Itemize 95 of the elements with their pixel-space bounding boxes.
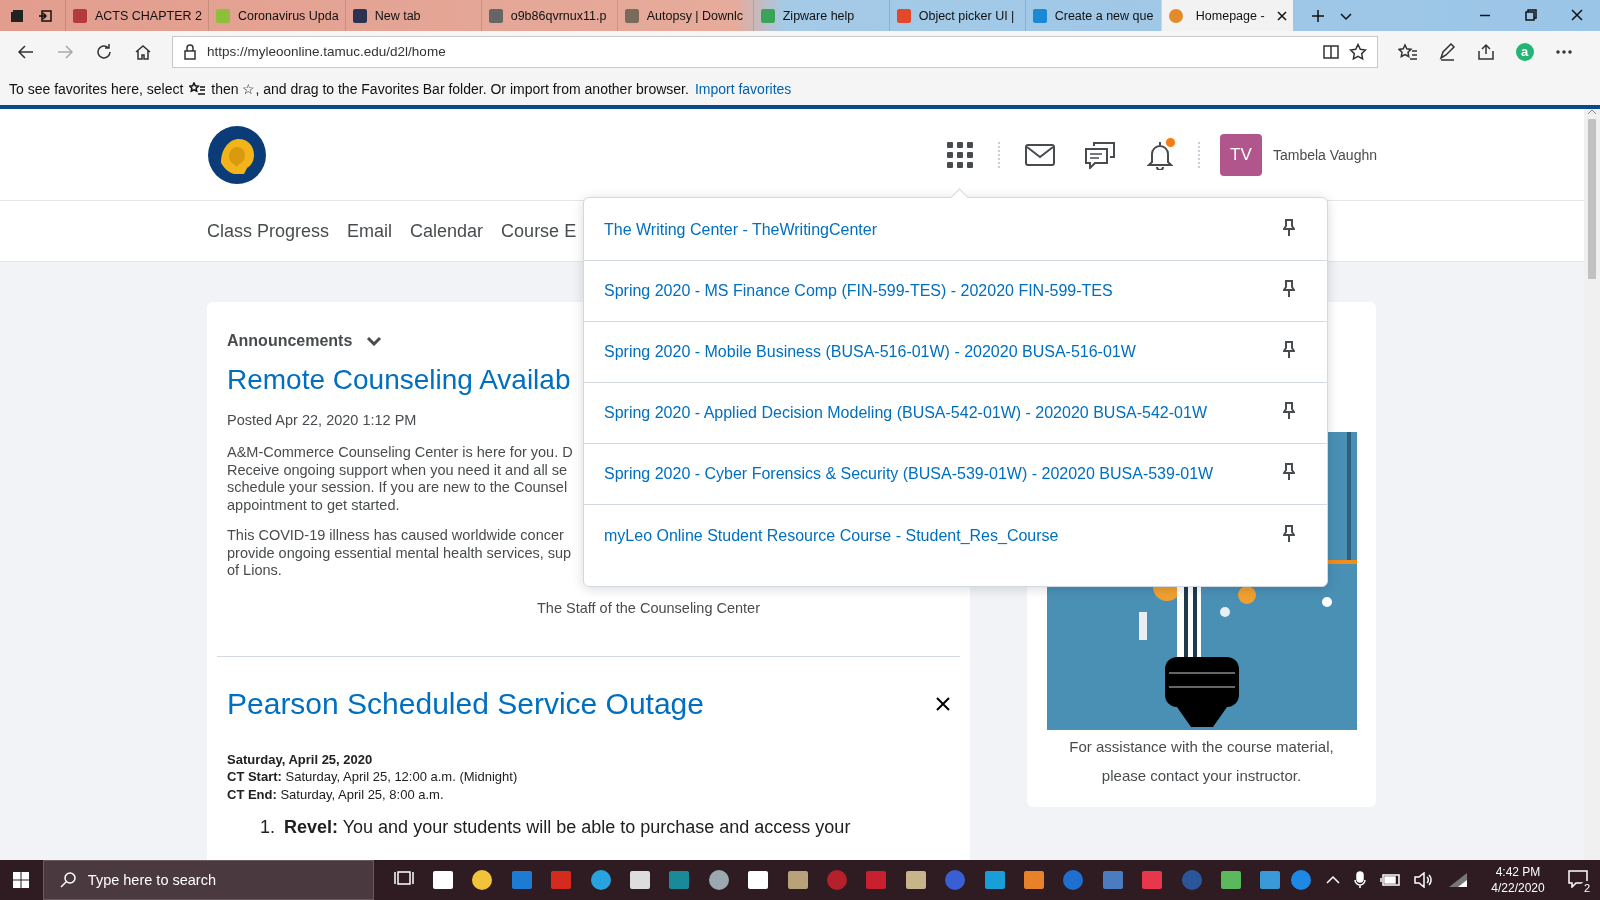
site-icon [351, 7, 368, 24]
lock-icon [183, 43, 197, 60]
chat-icon[interactable] [1084, 140, 1115, 169]
pen-icon[interactable] [1437, 42, 1456, 61]
posted-date: Posted Apr 22, 2020 1:12 PM [227, 412, 417, 428]
app-grid-icon[interactable] [945, 140, 974, 169]
mail-icon[interactable] [1024, 143, 1055, 166]
paragraph-line: provide ongoing essential mental health services, sup [227, 544, 572, 562]
nav-link[interactable]: Email [347, 220, 393, 242]
app-icon[interactable] [904, 869, 927, 891]
app-icon[interactable] [432, 869, 455, 891]
announcement-title[interactable]: Pearson Scheduled Service Outage [227, 686, 704, 721]
wifi-icon[interactable] [1448, 872, 1468, 888]
bell-icon[interactable] [1146, 139, 1173, 170]
card-caption: For assistance with the course material, please contact your instructor. [1068, 737, 1335, 786]
search-icon [59, 872, 76, 888]
volume-icon[interactable] [1414, 872, 1434, 888]
site-icon [72, 7, 88, 24]
home-icon[interactable] [133, 42, 152, 61]
paragraph-line: schedule your session. If you are new to the Counsel [227, 479, 568, 497]
announcement-title[interactable]: Remote Counseling Availab [227, 364, 571, 396]
outage-detail: CT Start: Saturday, April 25, 12:00 a.m. (Midnight) [227, 768, 519, 786]
app-icon[interactable] [707, 869, 730, 891]
course-link[interactable]: Spring 2020 - MS Finance Comp (FIN-599-TES) - 202020 FIN-599-TES [604, 282, 1113, 300]
microphone-icon[interactable] [1354, 871, 1366, 889]
close-icon[interactable] [936, 696, 950, 711]
site-icon [623, 7, 640, 24]
chevron-down-icon[interactable] [366, 336, 383, 346]
outage-detail: CT End: Saturday, April 25, 8:00 a.m. [227, 785, 445, 803]
app-icon[interactable] [629, 869, 652, 891]
star-icon[interactable] [1349, 42, 1367, 61]
pin-icon[interactable] [1283, 524, 1295, 543]
pin-icon[interactable] [1283, 280, 1295, 298]
close-tab-icon[interactable] [1276, 10, 1287, 21]
course-link[interactable]: Spring 2020 - Mobile Business (BUSA-516-01W) - 202020 BUSA-516-01W [604, 343, 1136, 361]
task-view-icon[interactable] [393, 869, 414, 887]
reading-view-icon[interactable] [1323, 43, 1339, 60]
site-icon [1167, 7, 1184, 24]
app-icon[interactable] [786, 869, 809, 891]
course-link[interactable]: myLeo Online Student Resource Course - Student_Res_Course [604, 526, 1059, 545]
user-avatar[interactable]: TV [1219, 133, 1262, 176]
paragraph-line: A&M-Commerce Counseling Center is here for you. D [227, 444, 573, 462]
paragraph-line: This COVID-19 illness has caused worldwide concer [227, 527, 564, 545]
address-field[interactable]: https://myleoonline.tamuc.edu/d2l/home [172, 35, 1378, 68]
browser-tab[interactable]: Homepage - [1160, 0, 1293, 31]
nav-link[interactable]: Course E [501, 220, 577, 242]
app-icon[interactable] [471, 869, 494, 891]
favorites-icon[interactable] [1397, 42, 1418, 61]
scroll-thumb[interactable] [1588, 119, 1596, 279]
scroll-up-icon[interactable] [1588, 109, 1596, 115]
site-icon [1031, 7, 1048, 24]
paragraph-line: of Lions. [227, 562, 282, 580]
pin-icon[interactable] [1283, 341, 1295, 359]
site-icon [759, 7, 776, 24]
battery-icon[interactable] [1380, 873, 1400, 887]
favorites-hint: then ☆, and drag to the Favorites Bar folder. Or import from another browser. [211, 80, 689, 97]
outage-date: Saturday, April 25, 2020 [227, 750, 374, 768]
site-icon [214, 7, 231, 24]
back-icon[interactable] [16, 42, 35, 61]
list-text: Revel: You and your students will be able to purchase and access your [284, 817, 851, 838]
import-favorites-link[interactable]: Import favorites [694, 80, 792, 97]
pin-icon[interactable] [1283, 402, 1295, 420]
pin-icon[interactable] [1283, 463, 1295, 481]
tab-list-icon[interactable] [10, 8, 24, 23]
set-aside-tabs-icon[interactable] [38, 8, 52, 23]
lion-logo[interactable] [207, 124, 267, 185]
favorites-hint: To see favorites here, select [9, 80, 184, 97]
widget-heading: Announcements [227, 332, 353, 350]
course-link[interactable]: Spring 2020 - Applied Decision Modeling (BUSA-542-01W) - 202020 BUSA-542-01W [604, 404, 1207, 422]
app-icon[interactable] [1219, 869, 1242, 891]
site-icon [487, 7, 504, 24]
share-icon[interactable] [1476, 42, 1495, 61]
clock[interactable]: 4:42 PM 4/22/2020 [1482, 864, 1554, 896]
paragraph-line: appointment to get started. [227, 496, 400, 514]
new-tab-icon[interactable] [1310, 8, 1325, 23]
nav-link[interactable]: Calendar [410, 220, 484, 242]
refresh-icon[interactable] [94, 42, 113, 61]
app-icon[interactable] [589, 869, 612, 891]
nav-link[interactable]: Class Progress [207, 220, 330, 242]
scrollbar[interactable] [1584, 109, 1600, 860]
app-icon[interactable] [747, 869, 770, 891]
course-link[interactable]: Spring 2020 - Cyber Forensics & Security (BUSA-539-01W) - 202020 BUSA-539-01W [604, 465, 1214, 483]
signature: The Staff of the Counseling Center [537, 599, 760, 616]
paragraph-line: Receive ongoing support when you need it and all se [227, 461, 568, 479]
app-icon[interactable] [1022, 869, 1045, 891]
favorites-icon [189, 81, 206, 96]
chevron-up-icon[interactable] [1326, 875, 1340, 885]
taskbar-search-field[interactable]: Type here to search [42, 860, 374, 900]
help-icon[interactable] [1290, 869, 1312, 891]
user-name[interactable]: Tambela Vaughn [1272, 146, 1377, 163]
windows-start-icon[interactable] [13, 872, 30, 888]
course-link[interactable]: The Writing Center - TheWritingCenter [604, 221, 877, 239]
list-number: 1. [260, 817, 275, 838]
site-icon [895, 7, 912, 24]
pin-icon[interactable] [1283, 219, 1295, 237]
